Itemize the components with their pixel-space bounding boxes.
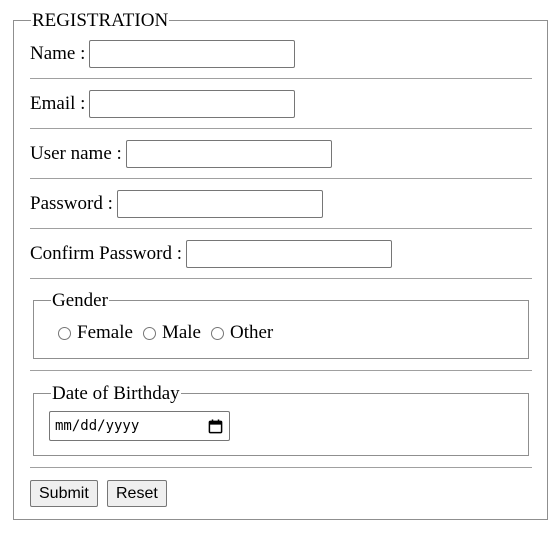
username-input[interactable] xyxy=(125,140,332,168)
username-row: User name : xyxy=(30,140,332,168)
divider xyxy=(30,178,532,179)
password-row: Password : xyxy=(30,190,323,218)
gender-legend: Gender xyxy=(51,290,109,311)
password-input[interactable] xyxy=(116,190,323,218)
email-input[interactable] xyxy=(89,90,296,118)
confirm-password-label: Confirm Password : xyxy=(30,243,182,264)
male-radio[interactable] xyxy=(142,326,156,340)
divider xyxy=(30,78,532,79)
female-radio[interactable] xyxy=(58,326,71,340)
username-label: User name : xyxy=(30,143,122,164)
male-label: Male xyxy=(161,322,201,343)
divider xyxy=(30,467,532,468)
female-label: Female xyxy=(77,322,133,343)
other-label: Other xyxy=(229,322,274,343)
divider xyxy=(30,128,532,129)
divider xyxy=(30,370,532,371)
registration-legend: REGISTRATION xyxy=(31,10,170,31)
gender-options: Female Male Other xyxy=(55,323,280,343)
name-row: Name : xyxy=(30,40,296,68)
email-label: Email : xyxy=(30,93,86,114)
confirm-password-row: Confirm Password : xyxy=(30,240,392,268)
divider xyxy=(30,278,532,279)
submit-button[interactable]: Submit xyxy=(30,480,98,507)
date-placeholder: mm/dd/yyyy xyxy=(55,418,140,434)
calendar-icon[interactable] xyxy=(208,418,223,434)
password-label: Password : xyxy=(30,193,113,214)
divider xyxy=(30,228,532,229)
reset-button[interactable]: Reset xyxy=(107,480,167,507)
birthday-legend: Date of Birthday xyxy=(51,383,181,404)
other-radio[interactable] xyxy=(210,326,224,340)
birthday-date-input[interactable]: mm/dd/yyyy xyxy=(49,411,230,441)
confirm-password-input[interactable] xyxy=(186,240,392,268)
name-label: Name : xyxy=(30,43,86,64)
name-input[interactable] xyxy=(89,40,296,68)
email-row: Email : xyxy=(30,90,296,118)
